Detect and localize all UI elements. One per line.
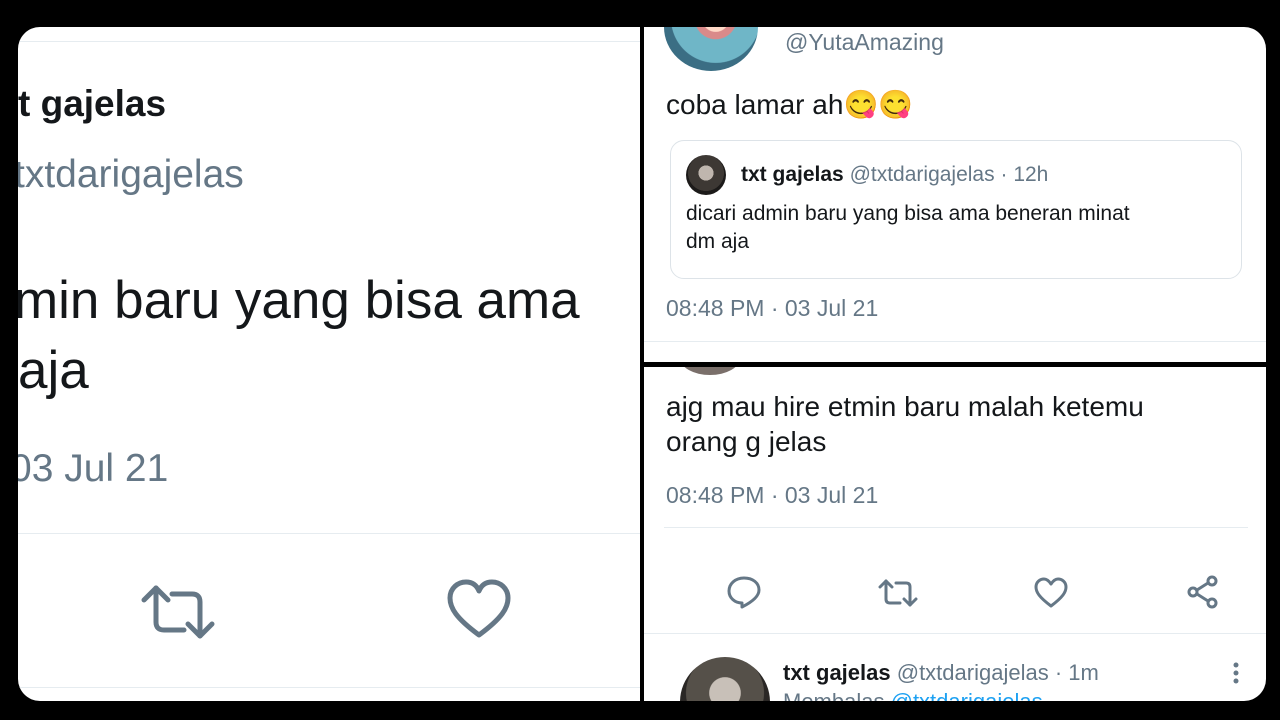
reply-header: txt gajelas @txtdarigajelas · 1m	[783, 660, 1099, 686]
quoted-header: txt gajelas @txtdarigajelas · 12h	[741, 163, 1048, 187]
quoted-text-line2: dm aja	[686, 230, 750, 253]
like-icon[interactable]	[446, 578, 512, 640]
separator-dot: ·	[1054, 660, 1063, 685]
screenshot-frame: t gajelas txtdarigajelas min baru yang b…	[18, 27, 1266, 701]
quoted-display-name: txt gajelas	[741, 163, 844, 186]
replying-to-link[interactable]: @txtdarigajelas	[891, 689, 1043, 701]
tweet-text-line1: ajg mau hire etmin baru malah ketemu	[666, 391, 1144, 422]
avatar[interactable]	[664, 27, 758, 71]
left-tweet-panel: t gajelas txtdarigajelas min baru yang b…	[18, 27, 640, 701]
share-icon[interactable]	[1186, 575, 1220, 609]
reply-display-name[interactable]: txt gajelas	[783, 660, 891, 685]
quoted-time: 12h	[1013, 163, 1049, 186]
right-bottom-tweet-panel: ajg mau hire etmin baru malah ketemu ora…	[644, 367, 1266, 701]
divider	[18, 687, 640, 688]
tweet-timestamp: 08:48 PM · 03 Jul 21	[666, 482, 879, 508]
replying-to-row: Membalas @txtdarigajelas	[783, 689, 1043, 701]
reply-handle[interactable]: @txtdarigajelas	[897, 660, 1049, 685]
divider	[18, 533, 640, 534]
tweet-text-line2: aja	[18, 341, 89, 400]
retweet-icon[interactable]	[140, 582, 216, 642]
author-handle[interactable]: @YutaAmazing	[785, 29, 944, 56]
reply-time: 1m	[1068, 660, 1099, 685]
avatar[interactable]	[680, 367, 740, 375]
retweet-icon[interactable]	[878, 577, 918, 609]
divider	[644, 341, 1266, 342]
tweet-text-line2: orang g jelas	[666, 426, 827, 457]
reply-icon[interactable]	[726, 575, 762, 609]
divider	[18, 41, 640, 42]
like-icon[interactable]	[1033, 577, 1069, 609]
divider	[664, 527, 1248, 528]
author-display-name[interactable]: t gajelas	[18, 83, 166, 125]
quoted-avatar	[686, 155, 726, 195]
divider	[644, 633, 1266, 634]
quoted-text-line1: dicari admin baru yang bisa ama beneran …	[686, 202, 1130, 225]
tweet-timestamp: 03 Jul 21	[18, 447, 169, 490]
reply-text: coba lamar ah	[666, 89, 844, 120]
reply-avatar[interactable]	[680, 657, 770, 701]
quoted-handle: @txtdarigajelas	[849, 163, 995, 186]
quoted-tweet[interactable]: txt gajelas @txtdarigajelas · 12h dicari…	[670, 140, 1242, 279]
more-options-icon[interactable]	[1232, 662, 1240, 684]
tweet-text-line1: min baru yang bisa ama	[18, 271, 580, 330]
yum-emoji-icon: 😋😋	[843, 89, 914, 120]
author-handle[interactable]: txtdarigajelas	[18, 153, 244, 197]
tweet-timestamp: 08:48 PM · 03 Jul 21	[666, 295, 879, 321]
right-top-tweet-panel: @YutaAmazing coba lamar ah😋😋 txt gajelas…	[644, 27, 1266, 362]
separator-dot: ·	[1000, 163, 1008, 186]
replying-label: Membalas	[783, 689, 884, 701]
reply-text-row: coba lamar ah😋😋	[666, 88, 913, 121]
